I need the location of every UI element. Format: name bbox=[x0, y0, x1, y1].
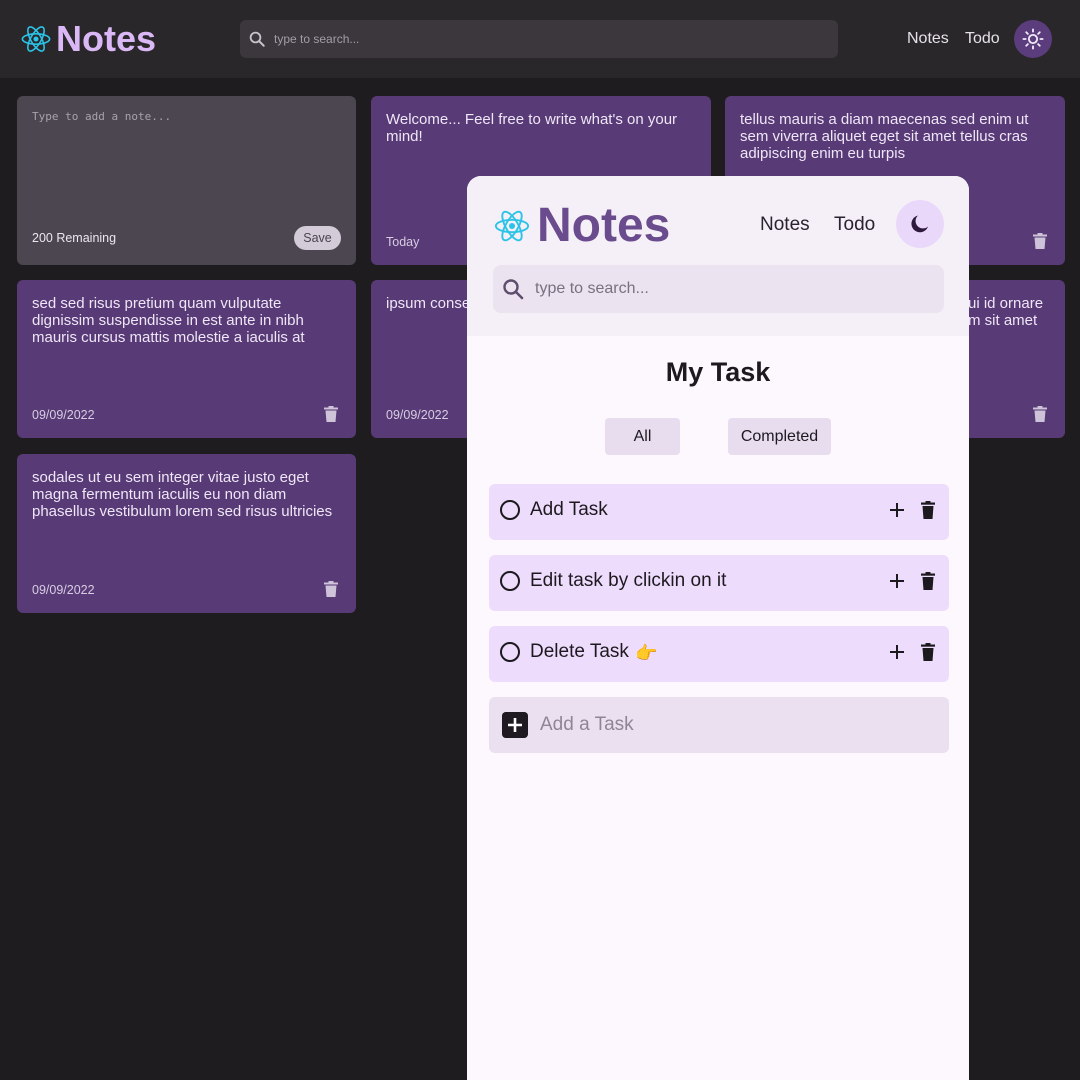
task-label[interactable]: Delete Task 👉 bbox=[530, 641, 657, 664]
note-text: ui id ornare m sit amet bbox=[968, 295, 1044, 329]
trash-icon[interactable] bbox=[921, 501, 935, 519]
filter-all-button[interactable]: All bbox=[605, 418, 680, 455]
plus-icon[interactable] bbox=[887, 571, 907, 591]
note-text: tellus mauris a diam maecenas sed enim u… bbox=[740, 111, 1029, 162]
theme-toggle-button[interactable] bbox=[1014, 20, 1052, 58]
note-date: Today bbox=[386, 235, 420, 249]
task-label[interactable]: Add Task bbox=[530, 499, 608, 521]
dark-nav-notes[interactable]: Notes bbox=[907, 30, 949, 48]
note-card[interactable]: sed sed risus pretium quam vulputate dig… bbox=[17, 280, 356, 438]
trash-icon[interactable] bbox=[1033, 233, 1047, 249]
moon-icon bbox=[911, 215, 928, 233]
light-mobile-view: Notes Notes Todo My Task All Completed A… bbox=[467, 176, 969, 1080]
sun-icon bbox=[1022, 28, 1044, 50]
pointing-hand-icon: 👉 bbox=[634, 643, 658, 663]
task-item[interactable]: Delete Task 👉 bbox=[489, 626, 949, 682]
dark-nav-todo[interactable]: Todo bbox=[965, 30, 1000, 48]
trash-icon[interactable] bbox=[324, 406, 338, 422]
add-task-row bbox=[489, 697, 949, 753]
search-icon bbox=[503, 279, 524, 300]
task-checkbox[interactable] bbox=[500, 571, 520, 591]
todo-title: My Task bbox=[665, 357, 771, 387]
task-checkbox[interactable] bbox=[500, 642, 520, 662]
plus-icon[interactable] bbox=[887, 500, 907, 520]
dark-header: Notes Notes Todo bbox=[0, 0, 1080, 78]
note-date: 09/09/2022 bbox=[32, 583, 95, 597]
light-search-bar[interactable] bbox=[493, 265, 944, 313]
react-atom-icon bbox=[21, 26, 51, 52]
trash-icon[interactable] bbox=[324, 581, 338, 597]
light-nav-todo[interactable]: Todo bbox=[834, 214, 875, 236]
dark-search-bar[interactable] bbox=[240, 20, 838, 58]
note-text: sed sed risus pretium quam vulputate dig… bbox=[32, 295, 305, 346]
remaining-count: 200 Remaining bbox=[32, 231, 117, 245]
task-item[interactable]: Add Task bbox=[489, 484, 949, 540]
trash-icon[interactable] bbox=[921, 643, 935, 661]
new-note-textarea[interactable] bbox=[32, 110, 332, 200]
light-search-input[interactable] bbox=[535, 280, 915, 298]
trash-icon[interactable] bbox=[1033, 406, 1047, 422]
note-card[interactable]: sodales ut eu sem integer vitae justo eg… bbox=[17, 454, 356, 613]
trash-icon[interactable] bbox=[921, 572, 935, 590]
note-text: Welcome... Feel free to write what's on … bbox=[386, 111, 678, 145]
dark-search-input[interactable] bbox=[274, 32, 774, 46]
filter-completed-button[interactable]: Completed bbox=[728, 418, 831, 455]
plus-icon[interactable] bbox=[887, 642, 907, 662]
note-date: 09/09/2022 bbox=[386, 408, 449, 422]
note-text: sodales ut eu sem integer vitae justo eg… bbox=[32, 469, 333, 520]
save-button[interactable]: Save bbox=[294, 226, 341, 250]
task-item[interactable]: Edit task by clickin on it bbox=[489, 555, 949, 611]
task-label[interactable]: Edit task by clickin on it bbox=[530, 570, 726, 592]
dark-logo-text: Notes bbox=[56, 18, 157, 59]
search-icon bbox=[249, 31, 265, 47]
light-logo-text: Notes bbox=[537, 199, 671, 252]
light-nav-notes[interactable]: Notes bbox=[760, 214, 810, 236]
note-date: 09/09/2022 bbox=[32, 408, 95, 422]
react-atom-icon bbox=[494, 210, 530, 242]
task-checkbox[interactable] bbox=[500, 500, 520, 520]
light-logo[interactable]: Notes bbox=[493, 200, 670, 252]
theme-toggle-button[interactable] bbox=[896, 200, 944, 248]
add-task-input[interactable] bbox=[540, 713, 930, 737]
new-note-card: 200 Remaining Save bbox=[17, 96, 356, 265]
light-header: Notes Notes Todo bbox=[467, 176, 969, 336]
dark-logo[interactable]: Notes bbox=[20, 19, 156, 59]
add-square-icon[interactable] bbox=[502, 712, 528, 738]
task-label-text: Delete Task bbox=[530, 641, 629, 662]
